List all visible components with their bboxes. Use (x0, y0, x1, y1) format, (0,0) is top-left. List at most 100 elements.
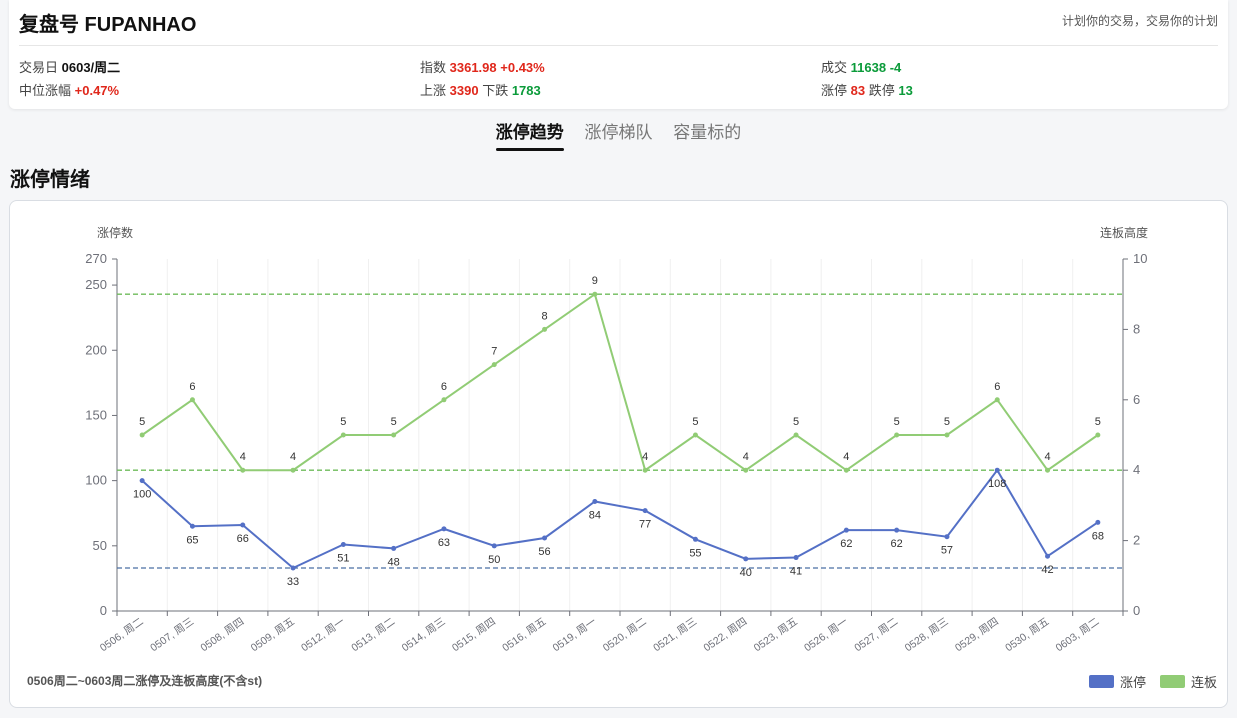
data-point (894, 432, 900, 438)
x-tick-label: 0508, 周四 (198, 616, 246, 655)
data-point (1095, 432, 1101, 438)
data-point (642, 467, 648, 473)
section-title: 涨停情绪 (10, 169, 90, 191)
tab-limitup-trend[interactable]: 涨停趋势 (495, 118, 564, 151)
y-right-tick-label: 0 (1133, 603, 1140, 618)
data-point (441, 397, 447, 403)
x-tick-label: 0530, 周五 (1003, 616, 1051, 655)
data-point (340, 542, 346, 548)
advance-decline-stat: 上涨 3390 下跌 1783 (420, 80, 541, 99)
data-point (290, 467, 296, 473)
data-label: 4 (743, 451, 749, 463)
data-label: 5 (894, 416, 900, 428)
x-tick-label: 0522, 周四 (701, 616, 749, 655)
data-label: 100 (133, 489, 151, 501)
x-tick-label: 0514, 周三 (400, 616, 448, 655)
data-label: 68 (1092, 530, 1104, 542)
header-divider (19, 45, 1218, 46)
y-left-tick-label: 0 (100, 603, 107, 618)
volume-value: 11638 (850, 60, 887, 75)
index-label: 指数 (420, 60, 447, 75)
data-label: 40 (740, 567, 752, 579)
x-tick-label: 0513, 周二 (349, 616, 397, 655)
y-right-tick-label: 10 (1133, 251, 1147, 266)
y-right-tick-label: 8 (1133, 321, 1140, 336)
volume-stat: 成交 11638 -4 (821, 57, 901, 76)
x-tick-label: 0516, 周五 (500, 616, 548, 655)
data-label: 4 (290, 451, 296, 463)
index-stat: 指数 3361.98 +0.43% (420, 57, 545, 76)
down-value: 1783 (511, 83, 541, 98)
x-tick-label: 0526, 周一 (802, 615, 850, 654)
data-label: 42 (1041, 564, 1053, 576)
data-label: 77 (639, 519, 651, 531)
limit-stat: 涨停 83 跌停 13 (821, 80, 913, 99)
legend-item-consecutive[interactable]: 连板 (1159, 672, 1217, 691)
data-label: 63 (438, 537, 450, 549)
data-point (340, 432, 346, 438)
data-point (542, 326, 548, 332)
x-tick-label: 0519, 周一 (551, 615, 599, 654)
data-label: 5 (1095, 416, 1101, 428)
data-label: 5 (692, 416, 698, 428)
x-tick-label: 0523, 周五 (752, 616, 800, 655)
tab-limitup-ladder[interactable]: 涨停梯队 (585, 118, 653, 148)
data-label: 5 (139, 416, 145, 428)
legend-swatch-consecutive (1159, 675, 1185, 688)
data-label: 5 (944, 416, 950, 428)
down-label: 下跌 (482, 83, 509, 98)
legend-swatch-limitup (1088, 675, 1114, 688)
data-label: 6 (441, 381, 447, 393)
data-point (491, 543, 497, 549)
y-left-tick-label: 50 (93, 538, 107, 553)
x-tick-label: 0506, 周二 (98, 616, 146, 655)
y-left-tick-label: 250 (85, 277, 107, 292)
data-point (189, 397, 195, 403)
x-tick-label: 0515, 周四 (450, 616, 498, 655)
data-point (1095, 519, 1101, 525)
data-point (944, 534, 950, 540)
data-label: 51 (337, 553, 349, 565)
data-point (1045, 467, 1051, 473)
data-point (894, 527, 900, 533)
data-label: 9 (592, 275, 598, 287)
data-point (441, 526, 447, 532)
y-right-tick-label: 6 (1133, 392, 1140, 407)
x-tick-label: 0528, 周三 (903, 616, 951, 655)
data-label: 6 (189, 381, 195, 393)
y-left-tick-label: 200 (85, 342, 107, 357)
y-right-tick-label: 4 (1133, 462, 1140, 477)
tab-capacity-stocks[interactable]: 容量标的 (673, 118, 741, 148)
data-label: 41 (790, 566, 802, 578)
data-label: 4 (642, 451, 648, 463)
data-label: 62 (840, 538, 852, 550)
legend-label-limitup: 涨停 (1119, 675, 1146, 690)
data-label: 4 (240, 451, 246, 463)
data-label: 57 (941, 545, 953, 557)
data-point (240, 522, 246, 528)
data-point (391, 432, 397, 438)
data-label: 33 (287, 576, 299, 588)
trade-day-value: 0603/周二 (61, 60, 121, 75)
data-point (692, 432, 698, 438)
limitup-chart: 0501001502002502700246810涨停数 连板高度0506, 周二… (85, 225, 1148, 655)
data-label: 65 (186, 534, 198, 546)
data-point (692, 536, 698, 542)
legend-item-limitup[interactable]: 涨停 (1088, 672, 1146, 691)
data-point (793, 555, 799, 561)
volume-change: -4 (889, 60, 902, 75)
data-point (994, 397, 1000, 403)
limitup-value: 83 (850, 83, 866, 98)
up-label: 上涨 (420, 83, 447, 98)
data-label: 56 (538, 546, 550, 558)
data-point (793, 432, 799, 438)
chart-card: 0 50 100 150 200 250 270 0 2 4 6 8 10 涨停数 连板高度 0506, 周二… (9, 200, 1228, 708)
data-point (290, 565, 296, 571)
y-right-axis-title: 连板高度 (1100, 225, 1148, 240)
data-label: 4 (1044, 451, 1050, 463)
view-tabs: 涨停趋势 涨停梯队 容量标的 (0, 118, 1237, 151)
trade-day-label: 交易日 (19, 60, 59, 75)
data-point (1045, 553, 1051, 559)
legend-label-consecutive: 连板 (1190, 675, 1217, 690)
data-point (843, 527, 849, 533)
